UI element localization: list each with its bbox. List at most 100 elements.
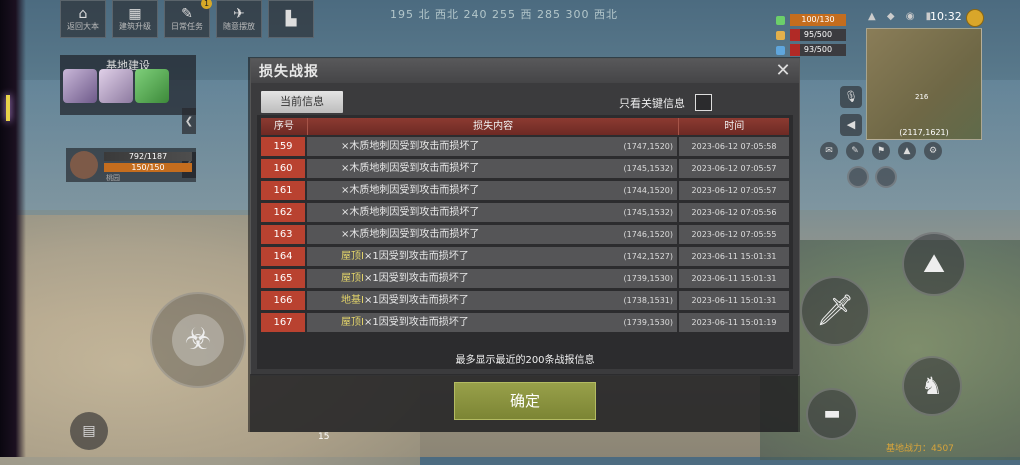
empty-slot[interactable] — [847, 166, 869, 188]
level-marker: 15 — [318, 432, 330, 442]
avatar[interactable] — [63, 69, 97, 103]
daily-task-label: 日常任务 — [171, 21, 203, 31]
row-coordinates: (1747,1520) — [623, 142, 673, 151]
base-building-panel[interactable]: 基地建设 — [60, 55, 196, 115]
row-text: ×木质地刺因受到攻击而损坏了 — [341, 207, 480, 218]
water-icon — [776, 46, 785, 55]
table-row[interactable]: 165 屋顶I×1因受到攻击而损坏了 (1739,1530) 2023-06-11 1… — [261, 269, 789, 288]
daily-task-button[interactable]: ✎ 日常任务 1 — [164, 0, 212, 38]
dialog-title-text: 损失战报 — [259, 64, 319, 80]
crouch-button[interactable]: ♞ — [902, 356, 962, 416]
top-toolbar: ⌂ 返回大本 ▦ 建筑升级 ✎ 日常任务 1 ✈ 随意摆放 ▙ — [60, 0, 314, 38]
table-row[interactable]: 161 ×木质地刺因受到攻击而损坏了 (1744,1520) 2023-06-12 0… — [261, 181, 789, 200]
speaker-icon[interactable]: ◀ — [840, 114, 862, 136]
gear-icon[interactable]: ⚙ — [924, 142, 942, 160]
loss-report-table: 序号 损失内容 时间 159 ×木质地刺因受到攻击而损坏了 (1747,1520) 2… — [257, 115, 793, 369]
table-row[interactable]: 164 屋顶I×1因受到攻击而损坏了 (1742,1527) 2023-06-11 1… — [261, 247, 789, 266]
movement-joystick[interactable]: ☣ — [150, 292, 246, 388]
row-text: ×1因受到攻击而损坏了 — [363, 317, 469, 328]
base-power-label: 基地战力：4507 — [886, 444, 954, 454]
row-item-name: 屋顶I — [341, 273, 364, 284]
row-description: ×木质地刺因受到攻击而损坏了 — [341, 159, 479, 178]
row-text: ×木质地刺因受到攻击而损坏了 — [341, 163, 480, 174]
task-count-badge: 1 — [201, 0, 212, 9]
avatar[interactable] — [99, 69, 133, 103]
status-icons: ▲ ◆ ◉ ▮ — [868, 11, 936, 22]
key-info-filter[interactable]: 只看关键信息 — [619, 91, 789, 113]
building-upgrade-label: 建筑升级 — [119, 21, 151, 31]
coin-icon[interactable] — [966, 9, 984, 27]
clock: 10:32 — [930, 10, 962, 23]
stats-button[interactable]: ▙ — [268, 0, 314, 38]
row-coordinates: (1739,1530) — [623, 274, 673, 283]
row-id: 159 — [261, 137, 305, 156]
row-time: 2023-06-11 15:01:31 — [679, 291, 789, 310]
key-info-checkbox[interactable] — [695, 94, 712, 111]
row-coordinates: (1745,1532) — [623, 164, 673, 173]
chat-icon[interactable]: ✉ — [820, 142, 838, 160]
jump-icon: ⛰ — [923, 249, 945, 279]
table-row[interactable]: 163 ×木质地刺因受到攻击而损坏了 (1746,1520) 2023-06-12 0… — [261, 225, 789, 244]
scroll-icon: ✎ — [181, 5, 193, 22]
row-text: ×1因受到攻击而损坏了 — [363, 251, 469, 262]
row-id: 162 — [261, 203, 305, 222]
row-id: 163 — [261, 225, 305, 244]
microphone-icon[interactable]: 🎙 — [840, 86, 862, 108]
row-coordinates: (1738,1531) — [623, 296, 673, 305]
row-coordinates: (1739,1530) — [623, 318, 673, 327]
gun-icon: ▬ — [823, 403, 841, 424]
place-freely-button[interactable]: ✈ 随意摆放 — [216, 0, 262, 38]
weapon-swap-button[interactable]: ▬ — [806, 388, 858, 440]
table-row[interactable]: 162 ×木质地刺因受到攻击而损坏了 (1745,1532) 2023-06-12 0… — [261, 203, 789, 222]
row-item-name: 屋顶I — [341, 317, 364, 328]
row-content: 屋顶I×1因受到攻击而损坏了 (1742,1527) — [307, 247, 677, 266]
knife-icon: 🗡 — [815, 293, 855, 328]
row-coordinates: (1744,1520) — [623, 186, 673, 195]
map-toggle-button[interactable]: ▤ — [70, 412, 108, 450]
row-id: 166 — [261, 291, 305, 310]
row-time: 2023-06-12 07:05:56 — [679, 203, 789, 222]
energy-bar: 150/150 — [104, 163, 192, 172]
row-description: ×木质地刺因受到攻击而损坏了 — [341, 181, 479, 200]
row-text: ×1因受到攻击而损坏了 — [363, 295, 469, 306]
table-row[interactable]: 166 地基I×1因受到攻击而损坏了 (1738,1531) 2023-06-11 1… — [261, 291, 789, 310]
row-id: 165 — [261, 269, 305, 288]
row-content: 地基I×1因受到攻击而损坏了 (1738,1531) — [307, 291, 677, 310]
jump-button[interactable]: ⛰ — [902, 232, 966, 296]
quick-icons-row: ✉ ✎ ⚑ ▲ ⚙ — [820, 142, 942, 160]
food-stat: 95/500 — [776, 29, 846, 41]
collapse-arrow-icon[interactable]: ❮ — [182, 108, 196, 134]
close-button[interactable]: ✕ — [773, 61, 793, 81]
loss-report-dialog: 损失战报 ✕ 当前信息 只看关键信息 序号 损失内容 时间 159 ×木质地刺因受… — [250, 58, 800, 376]
avatar[interactable] — [135, 69, 169, 103]
table-row[interactable]: 160 ×木质地刺因受到攻击而损坏了 (1745,1532) 2023-06-12 0… — [261, 159, 789, 178]
row-text: ×1因受到攻击而损坏了 — [363, 273, 469, 284]
compass-strip: 195 北 西北 240 255 西 285 300 西北 — [390, 8, 618, 21]
chevron-up-icon[interactable]: ▲ — [898, 142, 916, 160]
home-button[interactable]: ⌂ 返回大本 — [60, 0, 106, 38]
table-row[interactable]: 159 ×木质地刺因受到攻击而损坏了 (1747,1520) 2023-06-12 0… — [261, 137, 789, 156]
row-time: 2023-06-12 07:05:58 — [679, 137, 789, 156]
row-id: 160 — [261, 159, 305, 178]
row-description: 地基I×1因受到攻击而损坏了 — [341, 291, 469, 310]
close-icon: ✕ — [775, 60, 791, 81]
tab-current-info[interactable]: 当前信息 — [261, 91, 343, 113]
health-stat: 100/130 — [776, 14, 846, 26]
dialog-toolbar: 当前信息 只看关键信息 — [261, 91, 789, 113]
minimap[interactable]: 216 (2117,1621) — [866, 28, 982, 140]
tool-icon[interactable]: ✎ — [846, 142, 864, 160]
minimap-coordinates: (2117,1621) — [899, 128, 949, 137]
empty-slot[interactable] — [875, 166, 897, 188]
player-status-panel[interactable]: 792/1187 150/150 桃园 — [66, 148, 196, 182]
table-row[interactable]: 167 屋顶I×1因受到攻击而损坏了 (1739,1530) 2023-06-11 1… — [261, 313, 789, 332]
row-time: 2023-06-11 15:01:31 — [679, 247, 789, 266]
biohazard-icon: ☣ — [172, 314, 224, 366]
building-icon: ▦ — [128, 5, 142, 22]
dialog-title: 损失战报 — [251, 59, 799, 83]
column-header-time: 时间 — [724, 121, 745, 132]
hp-bar: 792/1187 — [104, 152, 192, 161]
confirm-button[interactable]: 确定 — [454, 382, 596, 420]
attack-button[interactable]: 🗡 — [800, 276, 870, 346]
building-upgrade-button[interactable]: ▦ 建筑升级 — [112, 0, 158, 38]
flag-icon[interactable]: ⚑ — [872, 142, 890, 160]
